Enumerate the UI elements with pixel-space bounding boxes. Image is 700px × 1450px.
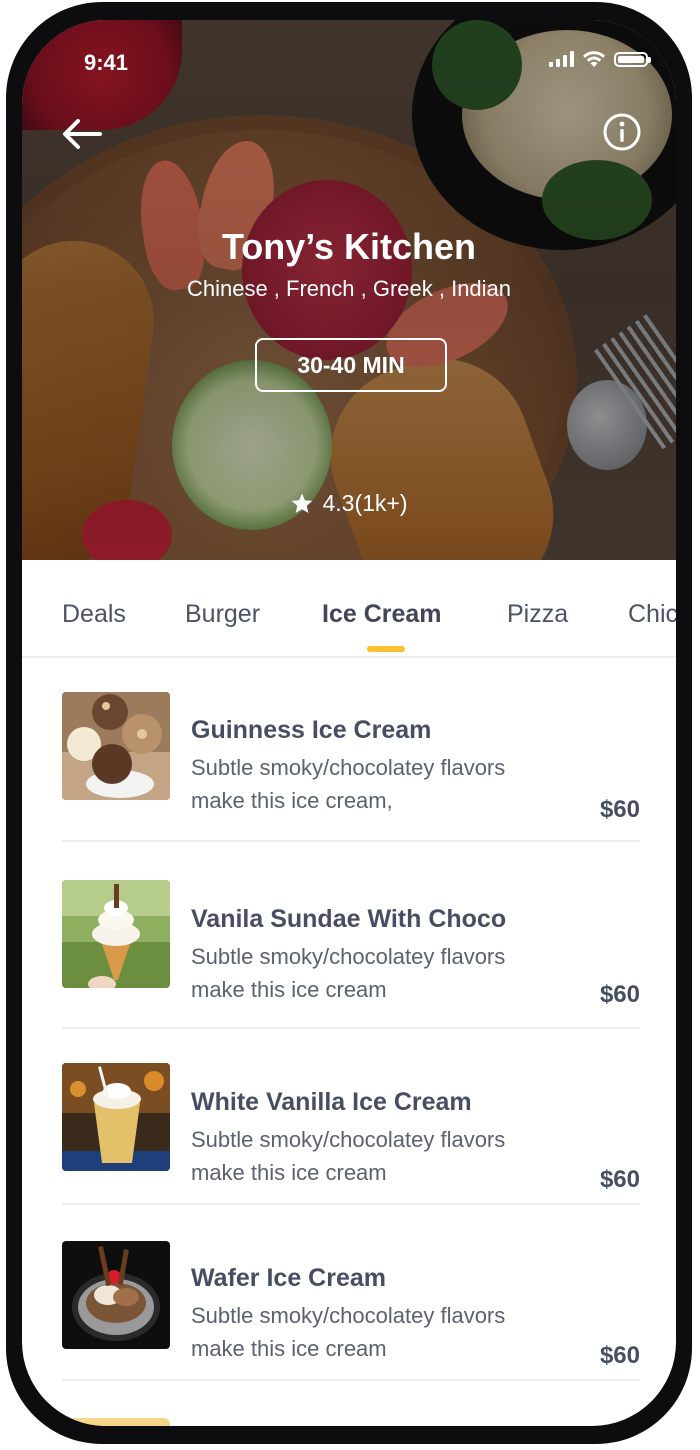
cuisine-list: Chinese , French , Greek , Indian — [186, 276, 512, 301]
tab-pizza[interactable]: Pizza — [507, 600, 568, 629]
next-item-image-peek — [62, 1418, 170, 1426]
item-description-line: make this ice cream, — [191, 788, 393, 813]
restaurant-name: Tony’s Kitchen — [221, 226, 477, 267]
item-price: $60 — [599, 1166, 640, 1193]
star-icon — [292, 493, 313, 513]
divider — [62, 1203, 640, 1205]
tab-ice-cream[interactable]: Ice Cream — [322, 600, 442, 629]
item-image-soft-serve-cone — [62, 880, 170, 988]
item-description-line: Subtle smoky/chocolatey flavors — [191, 755, 506, 780]
item-title: Wafer Ice Cream — [191, 1264, 386, 1292]
divider — [62, 840, 640, 842]
item-description-line: make this ice cream — [191, 1336, 387, 1361]
item-description-line: Subtle smoky/chocolatey flavors — [191, 944, 506, 969]
item-image-ice-cream-scoops — [62, 692, 170, 800]
delivery-time-label: 30-40 MIN — [297, 351, 405, 378]
tab-chicken[interactable]: Chic — [628, 600, 676, 629]
item-description-line: make this ice cream — [191, 1160, 387, 1185]
delivery-time-badge: 30-40 MIN — [255, 338, 447, 392]
tab-deals[interactable]: Deals — [62, 600, 126, 629]
wifi-icon — [583, 51, 605, 67]
item-title: White Vanilla Ice Cream — [191, 1088, 472, 1116]
hero-banner: 9:41 Tony’s Kitchen Chinese , French , G… — [22, 20, 676, 560]
rating: 4.3(1k+) — [22, 490, 676, 517]
active-tab-indicator — [367, 646, 405, 652]
status-icons — [549, 50, 651, 68]
divider — [62, 1379, 640, 1381]
status-time: 9:41 — [84, 50, 129, 75]
item-description-line: make this ice cream — [191, 977, 387, 1002]
item-description-line: Subtle smoky/chocolatey flavors — [191, 1303, 506, 1328]
item-description: Subtle smoky/chocolatey flavors make thi… — [191, 751, 571, 817]
item-title: Guinness Ice Cream — [191, 716, 432, 744]
battery-icon — [614, 51, 651, 67]
item-description: Subtle smoky/chocolatey flavors make thi… — [191, 1123, 571, 1189]
info-icon[interactable] — [602, 112, 642, 152]
item-price: $60 — [599, 796, 640, 823]
item-title: Vanila Sundae With Choco — [191, 905, 507, 933]
screen: 9:41 Tony’s Kitchen Chinese , French , G… — [22, 20, 676, 1426]
back-arrow-icon[interactable] — [60, 114, 104, 154]
item-description: Subtle smoky/chocolatey flavors make thi… — [191, 1299, 571, 1365]
cellular-signal-icon — [549, 51, 574, 67]
item-description: Subtle smoky/chocolatey flavors make thi… — [191, 940, 571, 1006]
item-image-wafer-sundae — [62, 1241, 170, 1349]
phone-frame: 9:41 Tony’s Kitchen Chinese , French , G… — [6, 2, 692, 1444]
divider — [62, 1027, 640, 1029]
item-price: $60 — [599, 981, 640, 1008]
category-tabs: Deals Burger Ice Cream Pizza Chic — [22, 560, 676, 658]
item-description-line: Subtle smoky/chocolatey flavors — [191, 1127, 506, 1152]
item-price: $60 — [599, 1342, 640, 1369]
tab-burger[interactable]: Burger — [185, 600, 260, 629]
item-image-ice-cream-cup — [62, 1063, 170, 1171]
rating-value: 4.3(1k+) — [322, 490, 408, 516]
